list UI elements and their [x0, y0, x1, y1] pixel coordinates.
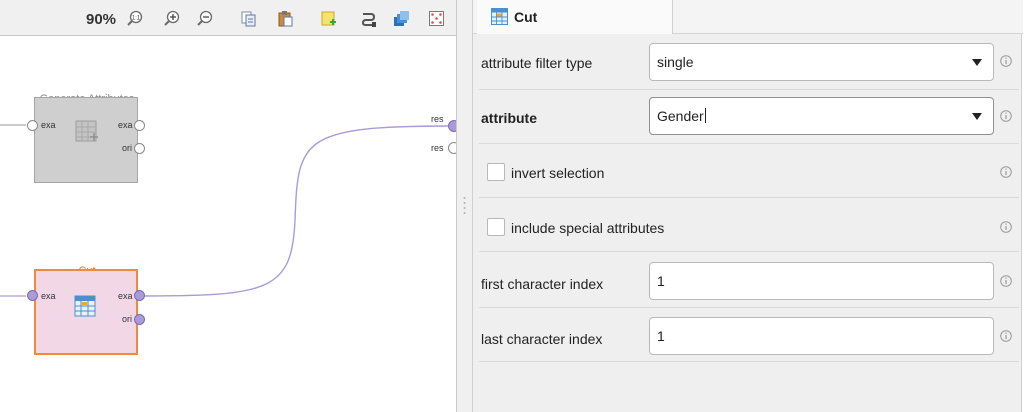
- select-value: Gender: [657, 108, 704, 124]
- operator-cut[interactable]: [34, 269, 138, 355]
- parameters-title: Cut: [514, 9, 538, 25]
- info-icon[interactable]: [1000, 110, 1012, 122]
- table-icon: [75, 120, 98, 142]
- cut-input-port[interactable]: [27, 290, 38, 301]
- info-icon[interactable]: [1000, 166, 1012, 178]
- result-port-label: res: [431, 114, 444, 124]
- generate-attributes-output-port[interactable]: [134, 120, 145, 131]
- param-row-attribute: attribute Gender: [479, 90, 1019, 144]
- result-port-label: res: [431, 143, 444, 153]
- input-value: 1: [657, 273, 665, 289]
- process-canvas[interactable]: 90% 1:1 exa exa ori exa exa ori res res: [0, 0, 460, 412]
- splitter-grip-icon: [463, 197, 466, 214]
- first-character-index-input[interactable]: 1: [649, 262, 994, 300]
- parameters-header: Cut: [473, 0, 1023, 34]
- info-icon[interactable]: [1000, 221, 1012, 233]
- attribute-filter-type-select[interactable]: single: [649, 43, 994, 81]
- port-label: exa: [118, 291, 133, 301]
- info-icon[interactable]: [1000, 330, 1012, 342]
- last-character-index-input[interactable]: 1: [649, 317, 994, 355]
- parameters-panel: Cut attribute filter type single attribu…: [472, 0, 1023, 412]
- parameters-tab[interactable]: Cut: [477, 0, 673, 34]
- port-label: exa: [41, 291, 56, 301]
- param-row-last-character-index: last character index 1: [479, 308, 1019, 362]
- invert-selection-checkbox[interactable]: [487, 163, 505, 181]
- table-icon: [491, 8, 508, 25]
- param-label: first character index: [481, 276, 604, 292]
- port-label: exa: [41, 120, 56, 130]
- info-icon[interactable]: [1000, 55, 1012, 67]
- param-row-attribute-filter-type: attribute filter type single: [479, 36, 1019, 90]
- port-label: ori: [122, 143, 133, 153]
- checkbox-label: include special attributes: [511, 220, 665, 236]
- attribute-select[interactable]: Gender: [649, 97, 994, 135]
- param-label: last character index: [481, 331, 603, 347]
- text-cursor: [704, 108, 706, 123]
- chevron-down-icon: [972, 59, 982, 66]
- input-value: 1: [657, 328, 665, 344]
- cut-output-port[interactable]: [134, 290, 145, 301]
- wire-cut-to-result: [143, 125, 451, 297]
- chevron-down-icon: [972, 113, 982, 120]
- generate-attributes-input-port[interactable]: [27, 120, 38, 131]
- param-row-include-special-attributes: include special attributes: [479, 198, 1019, 252]
- info-icon[interactable]: [1000, 275, 1012, 287]
- table-icon: [74, 295, 96, 317]
- operator-generate-attributes[interactable]: [34, 97, 138, 183]
- param-label: attribute filter type: [481, 55, 593, 71]
- param-row-first-character-index: first character index 1: [479, 252, 1019, 308]
- select-value: single: [657, 54, 694, 70]
- cut-original-port[interactable]: [134, 314, 145, 325]
- port-label: exa: [118, 120, 133, 130]
- checkbox-label: invert selection: [511, 165, 605, 181]
- port-label: ori: [122, 314, 133, 324]
- generate-attributes-original-port[interactable]: [134, 143, 145, 154]
- param-row-invert-selection: invert selection: [479, 144, 1019, 198]
- include-special-attributes-checkbox[interactable]: [487, 218, 505, 236]
- param-label: attribute: [481, 110, 537, 126]
- app-window: 90% 1:1 exa exa ori exa exa ori res res …: [0, 0, 1024, 412]
